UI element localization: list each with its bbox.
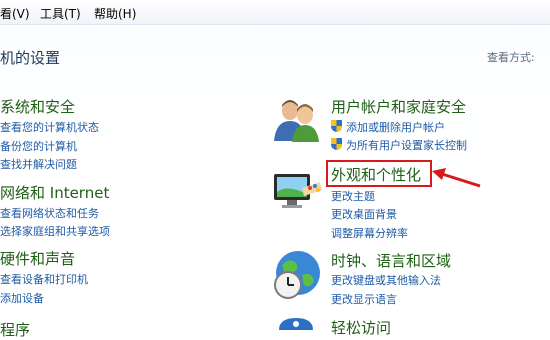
link-add-remove-accounts[interactable]: 添加或删除用户帐户 (346, 119, 445, 135)
users-icon[interactable] (270, 97, 322, 143)
link-devices-printers[interactable]: 查看设备和打印机 (0, 271, 88, 287)
link-change-theme[interactable]: 更改主题 (331, 188, 375, 204)
red-arrow-icon (432, 168, 481, 188)
monitor-palette-icon[interactable] (272, 170, 324, 214)
category-hardware-sound[interactable]: 硬件和声音 (0, 248, 75, 269)
link-change-keyboard-input[interactable]: 更改键盘或其他输入法 (331, 272, 441, 288)
link-parental-controls[interactable]: 为所有用户设置家长控制 (346, 137, 467, 153)
highlight-box (326, 160, 432, 187)
link-adjust-resolution[interactable]: 调整屏幕分辨率 (331, 225, 408, 241)
link-add-device[interactable]: 添加设备 (0, 290, 44, 306)
link-network-status[interactable]: 查看网络状态和任务 (0, 205, 99, 221)
menu-help[interactable]: 帮助(H) (94, 5, 136, 22)
menu-tools[interactable]: 工具(T) (40, 5, 81, 22)
category-network-internet[interactable]: 网络和 Internet (0, 182, 109, 203)
category-user-accounts[interactable]: 用户帐户和家庭安全 (331, 96, 466, 117)
category-ease-of-access[interactable]: 轻松访问 (331, 317, 391, 338)
view-by-label[interactable]: 查看方式: (487, 49, 535, 65)
link-view-computer-status[interactable]: 查看您的计算机状态 (0, 119, 99, 135)
page-title: 机的设置 (0, 49, 61, 67)
link-change-display-language[interactable]: 更改显示语言 (331, 291, 397, 307)
ease-of-access-icon[interactable] (275, 318, 317, 330)
category-system-security[interactable]: 系统和安全 (0, 96, 75, 117)
link-backup-computer[interactable]: 备份您的计算机 (0, 138, 77, 154)
shield-icon (331, 138, 342, 150)
link-homegroup-sharing[interactable]: 选择家庭组和共享选项 (0, 223, 110, 239)
category-clock-language-region[interactable]: 时钟、语言和区域 (331, 250, 451, 271)
menu-view[interactable]: 看(V) (0, 5, 30, 22)
menu-bar: 看(V) 工具(T) 帮助(H) (0, 0, 550, 25)
link-change-desktop-background[interactable]: 更改桌面背景 (331, 206, 397, 222)
globe-clock-icon[interactable] (270, 247, 324, 301)
shield-icon (331, 120, 342, 132)
link-troubleshoot[interactable]: 查找并解决问题 (0, 156, 77, 172)
